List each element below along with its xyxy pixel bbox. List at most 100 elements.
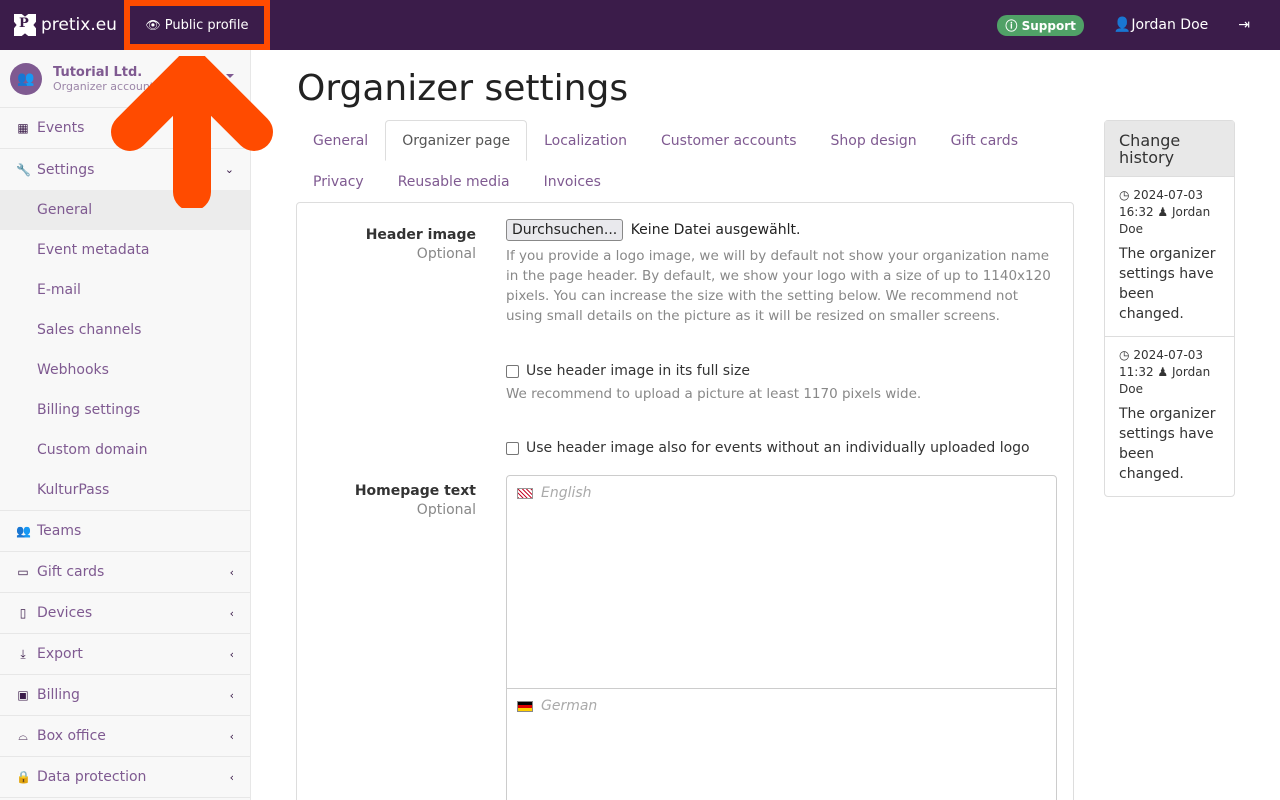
money-icon: ▣ [17,688,29,702]
history-entry: ◷ 2024-07-03 16:32 ♟ Jordan Doe The orga… [1105,176,1234,336]
basket-icon: ⌓ [18,728,28,743]
sidebar-subitem-sales-channels[interactable]: Sales channels [0,310,250,350]
sidebar-item-label: Export [37,646,83,662]
history-date: 2024-07-03 [1133,348,1204,362]
use-for-events-checkbox[interactable] [506,441,519,455]
sidebar-subitem-custom-domain[interactable]: Custom domain [0,430,250,470]
user-icon: ♟ [1157,365,1169,379]
use-for-events-label-text: Use header image also for events without… [526,440,1030,456]
history-entry: ◷ 2024-07-03 11:32 ♟ Jordan Doe The orga… [1105,336,1234,496]
wrench-icon: 🔧 [16,162,31,177]
sidebar-item-label: Data protection [37,769,147,785]
user-icon: 👤 [1113,17,1132,33]
clock-icon: ◷ [1119,188,1130,202]
chevron-left-icon: ‹ [229,770,234,784]
homepage-text-german-textarea[interactable]: German [506,688,1057,800]
tab-reusable-media[interactable]: Reusable media [381,161,527,202]
credit-card-icon: ▭ [17,565,29,579]
top-navbar: pretix.eu 👁 Public profile ⓘ Support 👤Jo… [0,0,1280,50]
homepage-text-label: Homepage text Optional [355,483,476,518]
calendar-icon: ▦ [17,121,29,135]
full-size-checkbox[interactable] [506,364,519,378]
chevron-left-icon: ‹ [229,606,234,620]
user-menu-link[interactable]: 👤Jordan Doe [1114,17,1208,33]
organizer-avatar-icon: 👥 [10,62,42,95]
annotation-arrow-icon [111,56,273,208]
sidebar-item-label: Events [37,120,85,136]
sidebar-item-box-office[interactable]: ⌓ Box office ‹ [0,716,250,757]
history-time: 16:32 [1119,205,1154,219]
download-icon: ⤓ [20,646,26,661]
sidebar-subitem-event-metadata[interactable]: Event metadata [0,230,250,270]
chevron-left-icon: ‹ [229,729,234,743]
support-label: Support [1021,18,1076,33]
full-size-checkbox-label[interactable]: Use header image in its full size [506,363,1058,379]
tab-organizer-page[interactable]: Organizer page [385,120,528,161]
sidebar-item-label: Box office [37,728,106,744]
tab-shop-design[interactable]: Shop design [814,120,934,161]
sidebar-item-devices[interactable]: ▯ Devices ‹ [0,593,250,634]
chevron-left-icon: ‹ [229,647,234,661]
homepage-text-english-textarea[interactable]: English [506,475,1057,689]
sidebar-item-data-protection[interactable]: 🔒 Data protection ‹ [0,757,250,798]
sign-out-icon: ⇥ [1238,17,1250,33]
browse-file-button[interactable]: Durchsuchen... [506,219,624,241]
tab-customer-accounts[interactable]: Customer accounts [644,120,814,161]
sidebar-subitem-webhooks[interactable]: Webhooks [0,350,250,390]
sidebar-item-label: Billing [37,687,80,703]
optional-hint: Optional [416,246,476,262]
header-image-field: Durchsuchen... Keine Datei ausgewählt. I… [506,219,1058,326]
change-history-title: Change history [1105,121,1234,176]
full-size-label-text: Use header image in its full size [526,363,750,379]
tab-privacy[interactable]: Privacy [296,161,381,202]
settings-submenu: General Event metadata E-mail Sales chan… [0,190,250,511]
sidebar-item-label: Gift cards [37,564,105,580]
sidebar-item-label: Devices [37,605,93,621]
brand-link[interactable]: pretix.eu [0,0,131,50]
use-for-events-field: Use header image also for events without… [506,440,1058,456]
page-title: Organizer settings [297,68,629,109]
user-name: Jordan Doe [1131,17,1209,33]
chevron-left-icon: ‹ [229,688,234,702]
sidebar-subitem-billing-settings[interactable]: Billing settings [0,390,250,430]
group-icon: 👥 [16,524,31,538]
sidebar-item-label: Teams [37,523,82,539]
tab-general[interactable]: General [296,120,385,161]
pretix-logo-icon [14,14,36,36]
use-for-events-checkbox-label[interactable]: Use header image also for events without… [506,440,1058,456]
homepage-text-label-text: Homepage text [354,483,476,499]
logout-button[interactable]: ⇥ [1238,17,1250,33]
history-text: The organizer settings have been changed… [1119,246,1216,322]
tab-gift-cards[interactable]: Gift cards [934,120,1035,161]
public-profile-link[interactable]: 👁 Public profile [124,0,270,50]
change-history-panel: Change history ◷ 2024-07-03 16:32 ♟ Jord… [1104,120,1235,497]
question-circle-icon: ⓘ [1005,18,1022,33]
sidebar-subitem-email[interactable]: E-mail [0,270,250,310]
sidebar-item-gift-cards[interactable]: ▭ Gift cards ‹ [0,552,250,593]
no-file-selected: Keine Datei ausgewählt. [630,222,801,238]
brand-name: pretix.eu [41,15,117,35]
history-text: The organizer settings have been changed… [1119,406,1216,482]
chevron-left-icon: ‹ [229,565,234,579]
clock-icon: ◷ [1119,348,1130,362]
eye-icon: 👁 [145,18,161,32]
settings-panel: Header image Optional Durchsuchen... Kei… [296,202,1074,800]
full-size-field: Use header image in its full size We rec… [506,363,1058,404]
settings-tabs: General Organizer page Localization Cust… [296,120,1074,202]
history-time: 11:32 [1119,365,1154,379]
sidebar-item-billing[interactable]: ▣ Billing ‹ [0,675,250,716]
english-placeholder: English [541,485,592,501]
tab-invoices[interactable]: Invoices [527,161,618,202]
uk-flag-icon [517,487,533,499]
sidebar-subitem-kulturpass[interactable]: KulturPass [0,470,250,510]
support-button[interactable]: ⓘ Support [997,14,1084,36]
tablet-icon: ▯ [19,606,27,620]
public-profile-label: Public profile [164,17,249,33]
tab-localization[interactable]: Localization [527,120,644,161]
sidebar-item-export[interactable]: ⤓ Export ‹ [0,634,250,675]
german-flag-icon [517,700,533,712]
user-icon: ♟ [1157,205,1169,219]
sidebar-item-teams[interactable]: 👥 Teams [0,511,250,552]
header-image-help: If you provide a logo image, we will by … [506,248,1051,324]
optional-hint: Optional [416,502,476,518]
